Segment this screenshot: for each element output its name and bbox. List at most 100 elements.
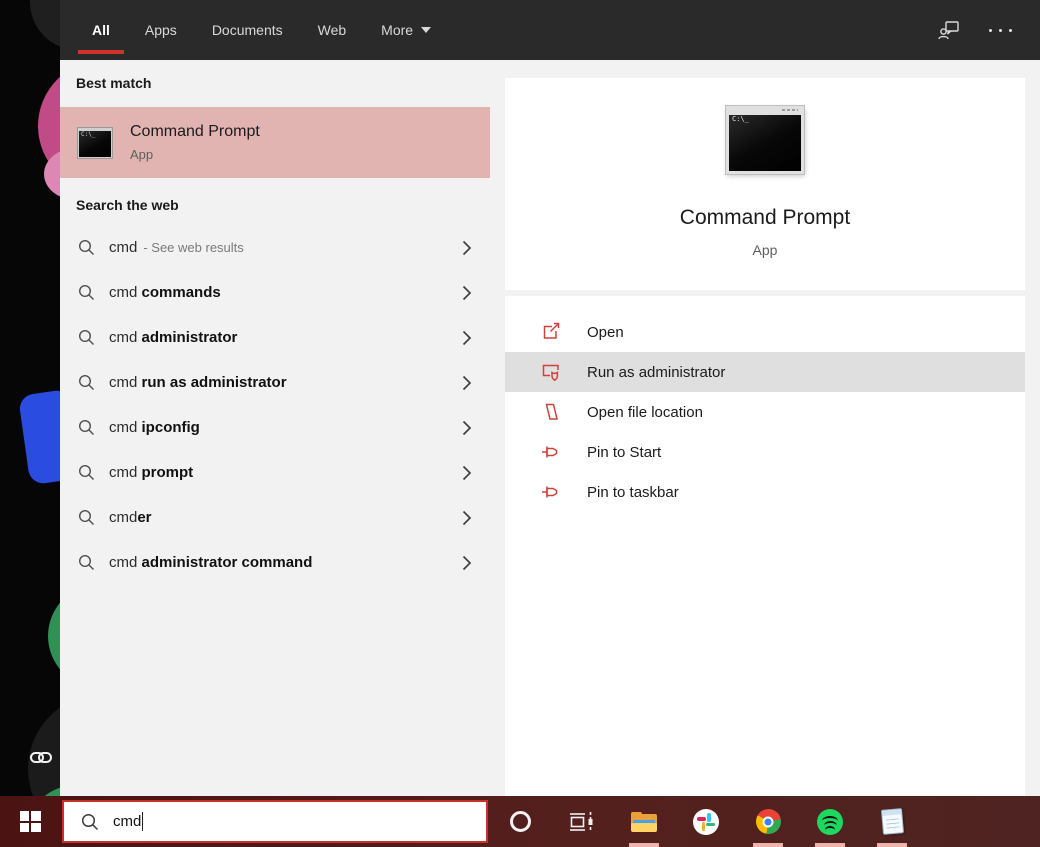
chrome-icon	[756, 809, 781, 834]
suggestion-text: cmd ipconfig	[109, 419, 200, 436]
spotify-icon	[817, 809, 843, 835]
chevron-right-icon[interactable]	[462, 420, 472, 436]
taskbar-search-input[interactable]: cmd	[62, 800, 488, 843]
web-suggestion-row[interactable]: cmd ipconfig	[60, 405, 490, 450]
search-icon	[78, 464, 95, 481]
slack-button[interactable]	[675, 796, 737, 847]
best-match-text: Command Prompt App	[130, 123, 260, 162]
web-suggestion-row[interactable]: cmd administrator	[60, 315, 490, 360]
preview-type: App	[753, 242, 778, 258]
cortana-icon	[510, 811, 531, 832]
search-icon	[78, 509, 95, 526]
open-icon	[541, 322, 561, 342]
chevron-right-icon[interactable]	[462, 510, 472, 526]
notepad-button[interactable]	[861, 796, 923, 847]
web-suggestion-row[interactable]: cmd administrator command	[60, 540, 490, 585]
chevron-right-icon[interactable]	[462, 330, 472, 346]
file-explorer-button[interactable]	[613, 796, 675, 847]
text-caret	[142, 812, 143, 831]
search-icon	[78, 284, 95, 301]
action-run-as-administrator[interactable]: Run as administrator	[505, 352, 1025, 392]
suggestion-text: cmd- See web results	[109, 239, 244, 256]
windows-logo-icon	[20, 811, 41, 832]
spotify-button[interactable]	[799, 796, 861, 847]
tab-documents-label: Documents	[212, 22, 283, 38]
running-indicator	[815, 843, 845, 847]
action-label: Pin to taskbar	[587, 484, 679, 501]
suggestion-text: cmd commands	[109, 284, 221, 301]
web-suggestion-row[interactable]: cmder	[60, 495, 490, 540]
search-icon	[78, 419, 95, 436]
action-pin-to-taskbar[interactable]: Pin to taskbar	[505, 472, 1025, 512]
chevron-right-icon[interactable]	[462, 555, 472, 571]
running-indicator	[877, 843, 907, 847]
action-label: Open file location	[587, 404, 703, 421]
web-suggestion-row[interactable]: cmd prompt	[60, 450, 490, 495]
action-label: Open	[587, 324, 624, 341]
wallpaper-green-circle	[48, 584, 60, 688]
tab-documents[interactable]: Documents	[212, 0, 283, 60]
action-open-file-location[interactable]: Open file location	[505, 392, 1025, 432]
cortana-button[interactable]	[489, 796, 551, 847]
suggestion-text: cmd administrator command	[109, 554, 312, 571]
feedback-person-icon[interactable]	[937, 18, 961, 42]
action-label: Pin to Start	[587, 444, 661, 461]
tab-more-label: More	[381, 22, 413, 38]
pin-icon	[541, 482, 561, 502]
running-indicator	[629, 843, 659, 847]
file-location-icon	[541, 402, 561, 422]
suggestion-text: cmder	[109, 509, 152, 526]
best-match-title: Command Prompt	[130, 123, 260, 141]
tab-apps-label: Apps	[145, 22, 177, 38]
chrome-button[interactable]	[737, 796, 799, 847]
preview-title: Command Prompt	[680, 206, 850, 230]
context-actions-panel: Open Run as administrator Open file loca…	[505, 296, 1025, 796]
chevron-right-icon[interactable]	[462, 375, 472, 391]
header-actions	[937, 0, 1012, 60]
desktop-wallpaper	[0, 0, 60, 847]
search-header: All Apps Documents Web More	[60, 0, 1040, 60]
preview-panel: C:\_ Command Prompt App	[505, 78, 1025, 290]
search-icon	[78, 374, 95, 391]
more-options-ellipsis-icon[interactable]	[989, 29, 1012, 32]
slack-icon	[693, 809, 719, 835]
search-icon	[78, 554, 95, 571]
web-suggestion-row[interactable]: cmd- See web results	[60, 225, 490, 270]
search-results-panel: Best match C:\_ Command Prompt App Searc…	[60, 60, 490, 796]
running-indicator	[753, 843, 783, 847]
search-filter-tabs: All Apps Documents Web More	[92, 0, 431, 60]
file-explorer-icon	[631, 812, 657, 832]
search-the-web-heading: Search the web	[76, 197, 179, 213]
wallpaper-dark-circle	[30, 0, 60, 50]
chevron-down-icon	[421, 27, 431, 33]
tab-all-label: All	[92, 22, 110, 38]
web-suggestion-row[interactable]: cmd run as administrator	[60, 360, 490, 405]
command-prompt-icon-large: C:\_	[726, 106, 804, 174]
chevron-right-icon[interactable]	[462, 465, 472, 481]
best-match-result-command-prompt[interactable]: C:\_ Command Prompt App	[60, 107, 490, 178]
tab-all[interactable]: All	[92, 0, 110, 60]
chevron-right-icon[interactable]	[462, 285, 472, 301]
link-icon	[29, 747, 53, 767]
suggestion-text: cmd run as administrator	[109, 374, 287, 391]
start-button[interactable]	[0, 796, 60, 847]
search-icon	[81, 813, 99, 831]
web-suggestions-list: cmd- See web results cmd commands cmd ad…	[60, 225, 490, 585]
taskbar-icons	[489, 796, 923, 847]
web-suggestion-row[interactable]: cmd commands	[60, 270, 490, 315]
action-pin-to-start[interactable]: Pin to Start	[505, 432, 1025, 472]
task-view-button[interactable]	[551, 796, 613, 847]
best-match-type: App	[130, 147, 260, 162]
suggestion-text: cmd prompt	[109, 464, 193, 481]
search-icon	[78, 239, 95, 256]
suggestion-text: cmd administrator	[109, 329, 237, 346]
search-icon	[78, 329, 95, 346]
action-open[interactable]: Open	[505, 312, 1025, 352]
tab-web[interactable]: Web	[318, 0, 347, 60]
run-admin-shield-icon	[541, 362, 561, 382]
best-match-heading: Best match	[76, 75, 151, 91]
chevron-right-icon[interactable]	[462, 240, 472, 256]
tab-web-label: Web	[318, 22, 347, 38]
tab-more[interactable]: More	[381, 0, 431, 60]
tab-apps[interactable]: Apps	[145, 0, 177, 60]
